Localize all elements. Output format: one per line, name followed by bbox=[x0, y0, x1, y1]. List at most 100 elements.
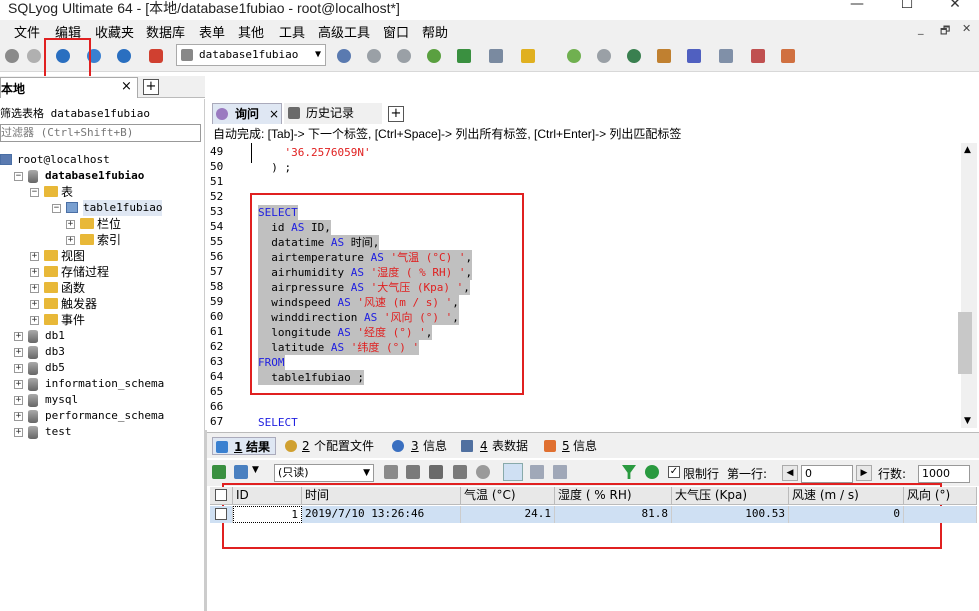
chevron-down-icon[interactable]: ▼ bbox=[252, 465, 259, 475]
prev-page-button[interactable]: ◀ bbox=[782, 465, 798, 481]
scroll-down-icon[interactable]: ▼ bbox=[964, 416, 971, 426]
panel-splitter[interactable] bbox=[204, 430, 207, 611]
tab-profile[interactable]: 2 个配置文件 bbox=[284, 437, 384, 455]
duplicate-row-icon[interactable] bbox=[406, 465, 420, 479]
editor-scrollbar[interactable]: ▲ ▼ bbox=[961, 143, 977, 428]
menu-favorites[interactable]: 收藏夹 bbox=[95, 22, 134, 41]
collapse-icon[interactable]: − bbox=[14, 172, 23, 181]
copy-database-icon[interactable] bbox=[422, 44, 446, 68]
table-cell[interactable]: 2019/7/10 13:26:46 bbox=[302, 506, 461, 523]
expand-icon[interactable]: + bbox=[66, 236, 75, 245]
query-builder-icon[interactable] bbox=[682, 44, 706, 68]
expand-icon[interactable]: + bbox=[14, 428, 23, 437]
connection-tab[interactable]: 本地 × bbox=[0, 77, 138, 98]
mdi-restore-button[interactable]: 🗗 bbox=[940, 22, 950, 41]
minimize-button[interactable]: — bbox=[842, 0, 872, 16]
expand-icon[interactable]: + bbox=[14, 396, 23, 405]
transfer-icon[interactable] bbox=[622, 44, 646, 68]
tree-item[interactable]: + db3 bbox=[0, 344, 205, 360]
tab-table-data[interactable]: 4 表数据 bbox=[460, 437, 532, 455]
table-view-icon[interactable] bbox=[746, 44, 770, 68]
expand-icon[interactable]: + bbox=[30, 268, 39, 277]
scroll-up-icon[interactable]: ▲ bbox=[964, 145, 971, 155]
table-designer-icon[interactable] bbox=[484, 44, 508, 68]
close-icon[interactable]: × bbox=[269, 104, 279, 124]
checkbox[interactable] bbox=[215, 489, 227, 501]
menu-advanced-tools[interactable]: 高级工具 bbox=[318, 22, 370, 41]
first-row-input[interactable]: 0 bbox=[801, 465, 853, 483]
menu-file[interactable]: 文件 bbox=[14, 22, 40, 41]
scheduler-icon[interactable] bbox=[652, 44, 676, 68]
editor-scroll-thumb[interactable] bbox=[958, 312, 972, 374]
tab-result[interactable]: 1 结果 bbox=[212, 437, 276, 455]
expand-icon[interactable]: + bbox=[30, 316, 39, 325]
report-icon[interactable] bbox=[714, 44, 738, 68]
menu-table[interactable]: 表单 bbox=[199, 22, 225, 41]
tab-history[interactable]: 历史记录 bbox=[284, 103, 382, 124]
tree-item[interactable]: − 表 bbox=[0, 184, 205, 200]
tree-item[interactable]: + 栏位 bbox=[0, 216, 205, 232]
refresh-results-icon[interactable] bbox=[645, 465, 659, 479]
table-cell[interactable]: 24.1 bbox=[461, 506, 555, 523]
column-header[interactable]: 湿度 ( % RH) bbox=[555, 487, 672, 505]
tab-query[interactable]: 询问 × bbox=[212, 103, 282, 124]
menu-database[interactable]: 数据库 bbox=[146, 22, 185, 41]
select-all-checkbox[interactable] bbox=[210, 487, 233, 505]
table-cell[interactable]: 0 bbox=[789, 506, 904, 523]
backup-icon[interactable] bbox=[362, 44, 386, 68]
tree-item[interactable]: + 触发器 bbox=[0, 296, 205, 312]
tree-item[interactable]: − table1fubiao bbox=[0, 200, 205, 216]
tree-item[interactable]: + mysql bbox=[0, 392, 205, 408]
expand-icon[interactable]: + bbox=[30, 284, 39, 293]
database-sync-icon[interactable] bbox=[592, 44, 616, 68]
column-header[interactable]: 风速 (m / s) bbox=[789, 487, 904, 505]
tab-info[interactable]: 3 信息 bbox=[391, 437, 451, 455]
database-selector[interactable]: database1fubiao ▼ bbox=[176, 44, 326, 66]
restore-icon[interactable] bbox=[392, 44, 416, 68]
rows-input[interactable]: 1000 bbox=[918, 465, 970, 483]
grid-mode-icon[interactable] bbox=[503, 463, 523, 481]
row-checkbox[interactable] bbox=[210, 506, 233, 523]
tree-item[interactable]: + performance_schema bbox=[0, 408, 205, 424]
new-database-icon[interactable] bbox=[144, 44, 168, 68]
table-cell[interactable]: 81.8 bbox=[555, 506, 672, 523]
add-query-tab-button[interactable]: + bbox=[388, 106, 404, 122]
column-header[interactable]: ID bbox=[233, 487, 302, 505]
column-header[interactable]: 风向 (°) bbox=[904, 487, 977, 505]
collapse-icon[interactable]: − bbox=[30, 188, 39, 197]
expand-icon[interactable]: + bbox=[30, 300, 39, 309]
filter-input[interactable]: 过滤器 (Ctrl+Shift+B) bbox=[0, 124, 201, 142]
refresh-icon[interactable] bbox=[22, 44, 46, 68]
expand-icon[interactable]: + bbox=[14, 380, 23, 389]
expand-icon[interactable]: + bbox=[14, 348, 23, 357]
tree-item[interactable]: + test bbox=[0, 424, 205, 440]
menu-help[interactable]: 帮助 bbox=[422, 22, 448, 41]
cancel-icon[interactable] bbox=[476, 465, 490, 479]
expand-icon[interactable]: + bbox=[14, 332, 23, 341]
connect-icon[interactable] bbox=[0, 44, 24, 68]
tree-item[interactable]: + 存储过程 bbox=[0, 264, 205, 280]
delete-icon[interactable] bbox=[453, 465, 467, 479]
tree-item[interactable]: root@localhost bbox=[0, 152, 205, 168]
tree-item[interactable]: + 函数 bbox=[0, 280, 205, 296]
grid-view-icon[interactable] bbox=[212, 465, 226, 479]
limit-rows-checkbox[interactable]: ✓ bbox=[668, 466, 680, 478]
menu-window[interactable]: 窗口 bbox=[383, 22, 409, 41]
tree-item[interactable]: + db1 bbox=[0, 328, 205, 344]
expand-icon[interactable]: + bbox=[30, 252, 39, 261]
insert-row-icon[interactable] bbox=[384, 465, 398, 479]
add-connection-button[interactable]: + bbox=[143, 79, 159, 95]
import-icon[interactable] bbox=[562, 44, 586, 68]
tab-info-2[interactable]: 5 信息 bbox=[543, 437, 603, 455]
next-page-button[interactable]: ▶ bbox=[856, 465, 872, 481]
stop-icon[interactable] bbox=[112, 44, 136, 68]
form-mode-icon[interactable] bbox=[530, 465, 544, 479]
schema-sync-icon[interactable] bbox=[452, 44, 476, 68]
table-cell[interactable]: 100.53 bbox=[672, 506, 789, 523]
collapse-icon[interactable]: − bbox=[52, 204, 61, 213]
close-icon[interactable]: × bbox=[121, 79, 132, 94]
maximize-button[interactable]: ☐ bbox=[892, 0, 922, 16]
checkbox[interactable] bbox=[215, 508, 227, 520]
menu-tools[interactable]: 工具 bbox=[279, 22, 305, 41]
column-header[interactable]: 大气压 (Kpa) bbox=[672, 487, 789, 505]
